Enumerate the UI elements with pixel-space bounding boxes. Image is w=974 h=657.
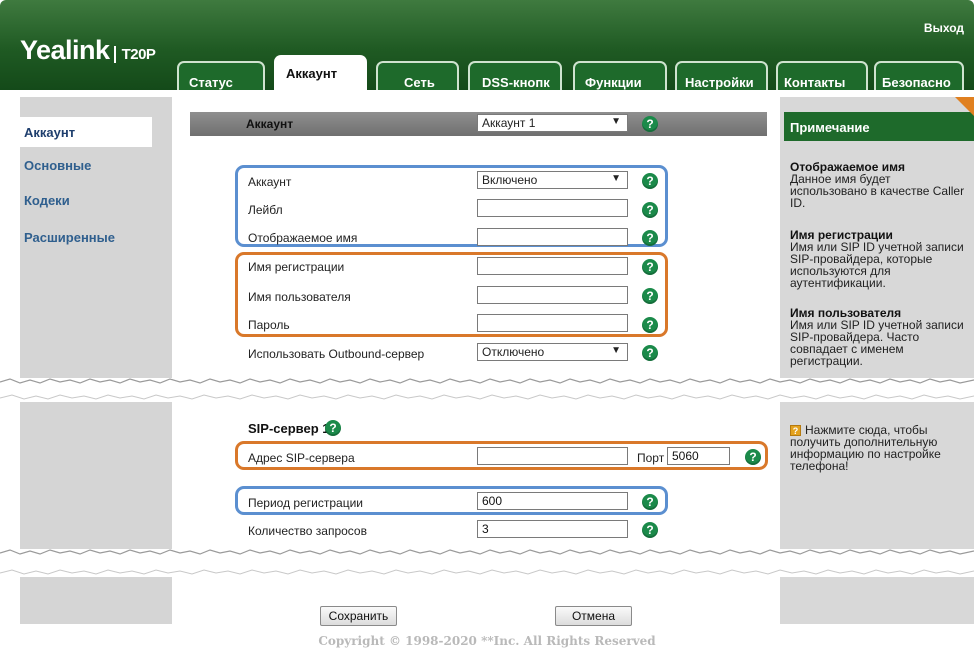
tab-dss-keys[interactable]: DSS-кнопк	[468, 61, 562, 90]
display-name-input[interactable]	[477, 228, 628, 246]
port-label: Порт	[637, 451, 665, 465]
sidebar-item-basic[interactable]: Основные	[0, 150, 152, 180]
note-entry-user-name: Имя пользователя Имя или SIP ID учетной …	[790, 307, 964, 367]
display-name-label: Отображаемое имя	[248, 231, 358, 245]
tab-settings[interactable]: Настройки	[675, 61, 768, 90]
dropdown-arrow-icon: ▼	[611, 345, 621, 356]
tab-network[interactable]: Сеть	[376, 61, 459, 90]
user-name-label: Имя пользователя	[248, 290, 351, 304]
note-line: аутентификации.	[790, 276, 886, 290]
note-line: телефона!	[790, 459, 849, 473]
outbound-value: Отключено	[482, 345, 545, 359]
account-enable-label: Аккаунт	[248, 175, 292, 189]
account-enable-value: Включено	[482, 173, 538, 187]
tab-security[interactable]: Безопасно	[874, 61, 964, 90]
sidebar-item-account[interactable]: Аккаунт	[12, 117, 152, 147]
help-icon[interactable]: ?	[642, 317, 658, 333]
torn-edge-shape	[0, 378, 974, 400]
sidebar-item-codecs[interactable]: Кодеки	[0, 185, 152, 215]
help-icon[interactable]: ?	[642, 259, 658, 275]
dropdown-arrow-icon: ▼	[611, 173, 621, 184]
help-icon[interactable]: ?	[745, 449, 761, 465]
tab-account[interactable]: Аккаунт	[274, 55, 367, 91]
cancel-button[interactable]: Отмена	[555, 606, 632, 626]
torn-edge-shape	[0, 549, 974, 575]
help-icon[interactable]: ?	[642, 173, 658, 189]
help-icon[interactable]: ?	[642, 230, 658, 246]
help-icon[interactable]: ?	[642, 288, 658, 304]
note-more-info[interactable]: ? Нажмите сюда, чтобы получить дополнител…	[790, 424, 941, 472]
note-entry-display-name: Отображаемое имя Данное имя будет исполь…	[790, 161, 964, 209]
note-corner	[955, 97, 974, 117]
account-selector[interactable]: Аккаунт 1 ▼	[477, 114, 628, 132]
help-icon[interactable]: ?	[642, 202, 658, 218]
password-label: Пароль	[248, 318, 290, 332]
note-entry-register-name: Имя регистрации Имя или SIP ID учетной з…	[790, 229, 964, 289]
save-button[interactable]: Сохранить	[320, 606, 397, 626]
tab-features[interactable]: Функции	[573, 61, 667, 90]
user-name-input[interactable]	[477, 286, 628, 304]
brand-logo: Yealink T20P	[20, 35, 156, 66]
port-input[interactable]: 5060	[667, 447, 730, 465]
page-title: Аккаунт	[246, 117, 294, 131]
torn-edge	[0, 549, 974, 577]
outbound-select[interactable]: Отключено ▼	[477, 343, 628, 361]
note-title: Примечание	[784, 112, 974, 141]
logout-link[interactable]: Выход	[924, 21, 964, 35]
label-field-label: Лейбл	[248, 203, 283, 217]
help-icon[interactable]: ?	[325, 420, 341, 436]
note-line: ID.	[790, 196, 806, 210]
password-input[interactable]	[477, 314, 628, 332]
help-icon[interactable]: ?	[642, 494, 658, 510]
sidebar-item-advanced[interactable]: Расширенные	[0, 222, 152, 252]
account-selector-value: Аккаунт 1	[482, 116, 536, 130]
retries-input[interactable]: 3	[477, 520, 628, 538]
note-line: регистрации.	[790, 354, 863, 368]
retries-label: Количество запросов	[248, 524, 367, 538]
help-icon[interactable]: ?	[642, 345, 658, 361]
model-name: T20P	[113, 46, 156, 63]
label-input[interactable]	[477, 199, 628, 217]
reg-period-label: Период регистрации	[248, 496, 363, 510]
register-name-input[interactable]	[477, 257, 628, 275]
brand-name: Yealink	[20, 35, 110, 65]
register-name-label: Имя регистрации	[248, 260, 345, 274]
torn-edge	[0, 378, 974, 402]
account-enable-select[interactable]: Включено ▼	[477, 171, 628, 189]
sip-address-input[interactable]	[477, 447, 628, 465]
sip-address-label: Адрес SIP-сервера	[248, 451, 355, 465]
outbound-label: Использовать Outbound-сервер	[248, 347, 425, 361]
note-line: использовано в качестве Caller	[790, 184, 965, 198]
help-icon[interactable]: ?	[642, 522, 658, 538]
dropdown-arrow-icon: ▼	[611, 116, 621, 127]
tab-contacts[interactable]: Контакты	[776, 61, 868, 90]
tab-status[interactable]: Статус	[177, 61, 265, 90]
sip-server-title: SIP-сервер 1	[248, 421, 330, 436]
help-icon[interactable]: ?	[642, 116, 658, 132]
reg-period-input[interactable]: 600	[477, 492, 628, 510]
copyright-text: Copyright © 1998-2020 **Inc. All Rights …	[318, 634, 656, 648]
